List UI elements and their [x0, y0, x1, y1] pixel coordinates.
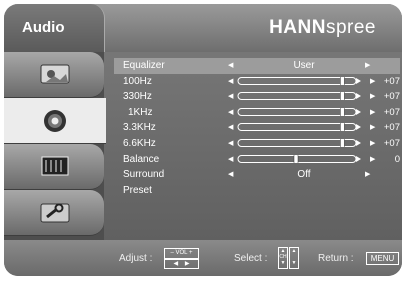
select-hint: Select :	[234, 253, 268, 264]
sidebar	[4, 52, 106, 240]
slider-end-arrow	[356, 77, 361, 84]
slider-track	[237, 138, 357, 147]
setting-number: 0	[394, 153, 400, 165]
setting-number: +07	[383, 122, 400, 134]
right-arrow-icon[interactable]: ▶	[370, 92, 375, 100]
slider-track	[237, 123, 357, 132]
return-hint: Return :	[318, 253, 354, 264]
speaker-icon	[44, 110, 66, 132]
left-arrow-icon[interactable]: ◀	[228, 155, 233, 163]
setting-value: Off	[297, 169, 311, 181]
setting-number: +07	[383, 137, 400, 149]
slider-track	[237, 92, 357, 101]
setting-slider[interactable]	[236, 107, 362, 116]
setting-label: Surround	[123, 169, 165, 181]
right-arrow-icon[interactable]: ▶	[370, 155, 375, 163]
up-down-key: ▲ ▼	[289, 247, 299, 269]
setting-slider[interactable]	[236, 92, 362, 101]
setting-row[interactable]: 1KHz ◀ ▶ +07	[114, 105, 400, 121]
slider-track	[237, 76, 357, 85]
setting-row[interactable]: Preset	[114, 183, 400, 199]
setting-label: 100Hz	[123, 75, 152, 87]
slider-end-arrow	[356, 139, 361, 146]
vol-key: – VOL +	[164, 248, 199, 259]
setting-slider[interactable]	[236, 76, 362, 85]
setting-row[interactable]: 330Hz ◀ ▶ +07	[114, 89, 400, 105]
tab-audio-label: Audio	[22, 19, 65, 36]
setting-number: +07	[383, 75, 400, 87]
slider-end-arrow	[356, 155, 361, 162]
left-right-key: ◀ ▶	[164, 259, 199, 269]
setting-slider[interactable]	[236, 123, 362, 132]
slider-end-arrow	[356, 93, 361, 100]
right-arrow-icon[interactable]: ▶	[370, 77, 375, 85]
setting-row[interactable]: 6.6KHz ◀ ▶ +07	[114, 136, 400, 152]
setting-label: 3.3KHz	[123, 122, 156, 134]
right-arrow-icon[interactable]: ▶	[370, 139, 375, 147]
setting-number: +07	[383, 106, 400, 118]
sidebar-item-audio[interactable]	[4, 98, 106, 144]
left-arrow-icon[interactable]: ◀	[228, 170, 233, 178]
right-arrow-icon[interactable]: ▶	[365, 61, 370, 69]
left-arrow-icon[interactable]: ◀	[228, 139, 233, 147]
osd-menu: HANNspree Audio Equalizer ◀ User ▶ 100Hz…	[4, 4, 402, 276]
slider-end-arrow	[356, 108, 361, 115]
right-arrow-icon[interactable]: ▶	[365, 170, 370, 178]
setting-label: Equalizer	[123, 60, 165, 71]
sidebar-item-picture[interactable]	[4, 52, 104, 98]
setting-number: +07	[383, 91, 400, 103]
left-arrow-icon[interactable]: ◀	[228, 61, 233, 69]
setting-row[interactable]: 3.3KHz ◀ ▶ +07	[114, 120, 400, 136]
right-arrow-icon[interactable]: ▶	[370, 108, 375, 116]
wrench-tool-icon	[40, 203, 70, 223]
slider-knob	[293, 154, 299, 163]
sidebar-item-setup[interactable]	[4, 190, 104, 236]
slider-knob	[340, 138, 345, 147]
slider-track	[237, 107, 357, 116]
setting-row[interactable]: Balance ◀ ▶ 0	[114, 152, 400, 168]
left-arrow-icon[interactable]: ◀	[228, 108, 233, 116]
slider-knob	[340, 76, 345, 85]
setting-label: 1KHz	[128, 106, 153, 118]
settings-list: Equalizer ◀ User ▶ 100Hz ◀ ▶ +07 330Hz ◀ ▶ +07 1KHz ◀…	[114, 58, 400, 198]
left-arrow-icon[interactable]: ◀	[228, 77, 233, 85]
slider-knob	[340, 92, 345, 101]
setting-label: Preset	[123, 184, 152, 196]
right-arrow-icon[interactable]: ▶	[370, 123, 375, 131]
picture-icon	[40, 64, 70, 84]
tv-screen-icon	[41, 156, 69, 176]
setting-value: User	[293, 60, 315, 71]
setting-label: 6.6KHz	[123, 137, 156, 149]
setting-row[interactable]: Surround ◀ Off ▶	[114, 167, 400, 183]
setting-label: Balance	[123, 153, 160, 165]
brand-logo: HANNspree	[269, 17, 376, 38]
ch-key: ▲ CH ▼	[278, 247, 288, 269]
setting-row[interactable]: 100Hz ◀ ▶ +07	[114, 74, 400, 90]
sidebar-item-screen[interactable]	[4, 144, 104, 190]
slider-end-arrow	[356, 124, 361, 131]
adjust-hint: Adjust :	[119, 253, 153, 264]
setting-row[interactable]: Equalizer ◀ User ▶	[114, 58, 400, 74]
tab-audio[interactable]: Audio	[4, 4, 105, 52]
setting-slider[interactable]	[236, 154, 362, 163]
slider-knob	[340, 107, 345, 116]
left-arrow-icon[interactable]: ◀	[228, 92, 233, 100]
slider-knob	[340, 123, 345, 132]
menu-key: MENU	[366, 252, 399, 265]
setting-slider[interactable]	[236, 138, 362, 147]
left-arrow-icon[interactable]: ◀	[228, 123, 233, 131]
setting-label: 330Hz	[123, 91, 152, 103]
footer-help: Adjust : – VOL + ◀ ▶ Select : ▲ CH ▼ ▲ ▼ R…	[4, 240, 402, 276]
